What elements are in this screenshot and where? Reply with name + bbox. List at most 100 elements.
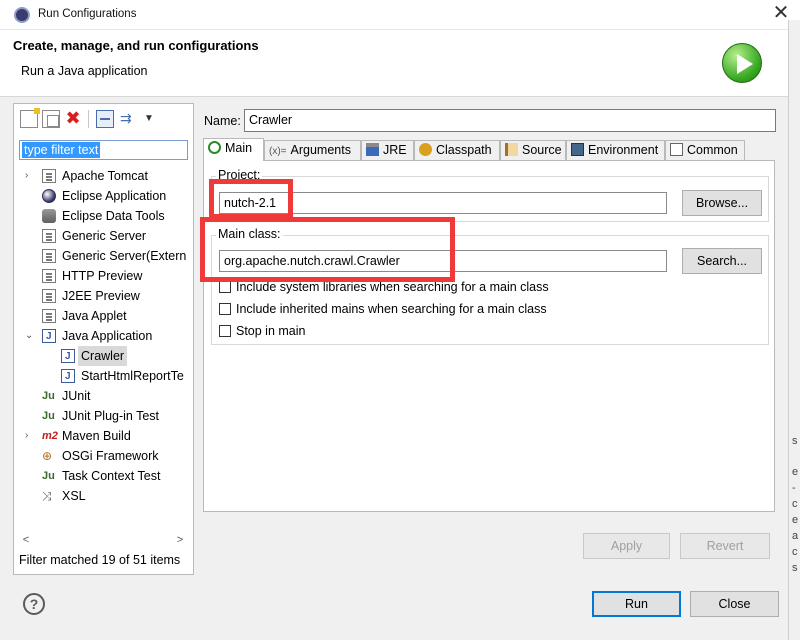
tab-jre[interactable]: JRE bbox=[361, 140, 414, 160]
tree-item-task-context-test[interactable]: Ju Task Context Test bbox=[14, 466, 192, 486]
browse-button[interactable]: Browse... bbox=[682, 190, 762, 216]
chevron-right-icon[interactable]: › bbox=[25, 166, 37, 186]
view-menu-chevron-down-icon[interactable]: ▼ bbox=[144, 110, 162, 128]
project-group: Project: nutch-2.1 Browse... bbox=[211, 168, 769, 222]
main-class-field[interactable]: org.apache.nutch.crawl.Crawler bbox=[219, 250, 667, 272]
tree-item-label: OSGi Framework bbox=[62, 449, 159, 463]
tree-item-generic-server[interactable]: Generic Server bbox=[14, 226, 192, 246]
tree-item-label: Generic Server bbox=[62, 229, 147, 243]
tab-main[interactable]: Main bbox=[203, 138, 264, 161]
tab-arguments[interactable]: (x)= Arguments bbox=[264, 140, 361, 160]
tree-item-xsl[interactable]: ⤨ XSL bbox=[14, 486, 192, 506]
tab-environment[interactable]: Environment bbox=[566, 140, 665, 160]
tree-item-java-applet[interactable]: Java Applet bbox=[14, 306, 192, 326]
help-icon[interactable]: ? bbox=[23, 593, 45, 615]
source-icon bbox=[505, 143, 518, 157]
tree-item-generic-server-external[interactable]: Generic Server(Extern bbox=[14, 246, 192, 266]
tree-item-label: J2EE Preview bbox=[62, 289, 140, 303]
tree-item-label: XSL bbox=[62, 489, 86, 503]
classpath-icon bbox=[419, 143, 432, 157]
tree-item-label: Java Application bbox=[62, 329, 153, 343]
checkbox-box[interactable] bbox=[219, 325, 231, 337]
environment-icon bbox=[571, 143, 584, 157]
tab-label: Environment bbox=[588, 143, 659, 157]
tree-item-label: JUnit bbox=[62, 389, 91, 403]
maven-icon: m2 bbox=[42, 430, 58, 442]
task-junit-icon: Ju bbox=[42, 470, 55, 482]
close-button[interactable]: Close bbox=[690, 591, 779, 617]
new-configuration-icon[interactable] bbox=[20, 108, 40, 128]
tab-label: JRE bbox=[383, 143, 407, 157]
database-icon bbox=[42, 209, 56, 223]
tree-item-osgi-framework[interactable]: ⊕ OSGi Framework bbox=[14, 446, 192, 466]
duplicate-configuration-icon[interactable] bbox=[42, 110, 60, 128]
background-text: c bbox=[792, 498, 798, 510]
server-doc-icon bbox=[42, 249, 56, 263]
tab-label: Arguments bbox=[290, 143, 351, 157]
eclipse-app-icon bbox=[14, 7, 30, 23]
toolbar-divider bbox=[88, 110, 89, 128]
tree-item-j2ee-preview[interactable]: J2EE Preview bbox=[14, 286, 192, 306]
scroll-left-icon[interactable]: < bbox=[19, 532, 33, 548]
xsl-icon: ⤨ bbox=[42, 489, 52, 503]
tree-item-http-preview[interactable]: HTTP Preview bbox=[14, 266, 192, 286]
server-doc-icon bbox=[42, 229, 56, 243]
tree-item-junit[interactable]: Ju JUnit bbox=[14, 386, 192, 406]
delete-configuration-icon[interactable]: ✖ bbox=[64, 109, 82, 128]
tree-item-maven-build[interactable]: › m2 Maven Build bbox=[14, 426, 192, 446]
tree-item-label: HTTP Preview bbox=[62, 269, 143, 283]
revert-button[interactable]: Revert bbox=[680, 533, 770, 559]
run-icon bbox=[722, 43, 762, 83]
horizontal-scrollbar[interactable]: < > bbox=[15, 532, 193, 548]
tab-classpath[interactable]: Classpath bbox=[414, 140, 500, 160]
tree-item-apache-tomcat[interactable]: › Apache Tomcat bbox=[14, 166, 192, 186]
search-button[interactable]: Search... bbox=[682, 248, 762, 274]
background-text: - bbox=[792, 482, 796, 494]
junit-plugin-icon: Ju bbox=[42, 410, 55, 422]
preview-doc-icon bbox=[42, 289, 56, 303]
name-input[interactable]: Crawler bbox=[244, 109, 776, 132]
tab-label: Common bbox=[687, 143, 738, 157]
chevron-right-icon[interactable]: › bbox=[25, 426, 37, 446]
main-class-label: Main class: bbox=[216, 227, 283, 241]
tree-item-label: Task Context Test bbox=[62, 469, 161, 483]
apply-button[interactable]: Apply bbox=[583, 533, 670, 559]
background-text: s bbox=[792, 435, 798, 447]
run-button[interactable]: Run bbox=[592, 591, 681, 617]
project-field[interactable]: nutch-2.1 bbox=[219, 192, 667, 214]
tab-label: Main bbox=[225, 141, 253, 155]
preview-doc-icon bbox=[42, 269, 56, 283]
jre-icon bbox=[366, 143, 379, 157]
scroll-right-icon[interactable]: > bbox=[173, 532, 187, 548]
background-text: a bbox=[792, 530, 799, 542]
tree-item-label: Maven Build bbox=[62, 429, 131, 443]
tree-item-starthtmlreport[interactable]: StartHtmlReportTe bbox=[14, 366, 192, 387]
main-tab-icon bbox=[208, 141, 221, 155]
background-text: e bbox=[792, 514, 799, 526]
configuration-list-panel: ✖ ⇉ ▼ type filter text › Apache Tomcat E… bbox=[13, 103, 194, 575]
java-app-icon bbox=[61, 367, 75, 387]
collapse-all-icon[interactable] bbox=[96, 110, 114, 128]
tree-item-eclipse-data-tools[interactable]: Eclipse Data Tools bbox=[14, 206, 192, 226]
tab-label: Source bbox=[522, 143, 562, 157]
window-title: Run Configurations bbox=[38, 8, 137, 20]
tree-item-eclipse-application[interactable]: Eclipse Application bbox=[14, 186, 192, 206]
chevron-down-icon[interactable]: ⌄ bbox=[25, 326, 37, 346]
java-app-icon bbox=[42, 327, 56, 347]
checkbox-label: Include inherited mains when searching f… bbox=[236, 302, 547, 316]
tab-source[interactable]: Source bbox=[500, 140, 566, 160]
checkbox-box[interactable] bbox=[219, 281, 231, 293]
tree-item-java-application[interactable]: ⌄ Java Application bbox=[14, 326, 192, 347]
checkbox-box[interactable] bbox=[219, 303, 231, 315]
tree-item-crawler[interactable]: Crawler bbox=[14, 346, 192, 367]
filter-input[interactable]: type filter text bbox=[19, 140, 188, 160]
background-text: c bbox=[792, 546, 798, 558]
osgi-icon: ⊕ bbox=[42, 449, 53, 463]
tree-item-label: Java Applet bbox=[62, 309, 127, 323]
tree-item-label: Apache Tomcat bbox=[62, 169, 148, 183]
tab-common[interactable]: Common bbox=[665, 140, 745, 160]
filter-configurations-icon[interactable]: ⇉ bbox=[120, 110, 138, 128]
tree-item-junit-plugin-test[interactable]: Ju JUnit Plug-in Test bbox=[14, 406, 192, 426]
tree-item-label: JUnit Plug-in Test bbox=[62, 409, 160, 423]
tomcat-icon bbox=[42, 169, 56, 183]
